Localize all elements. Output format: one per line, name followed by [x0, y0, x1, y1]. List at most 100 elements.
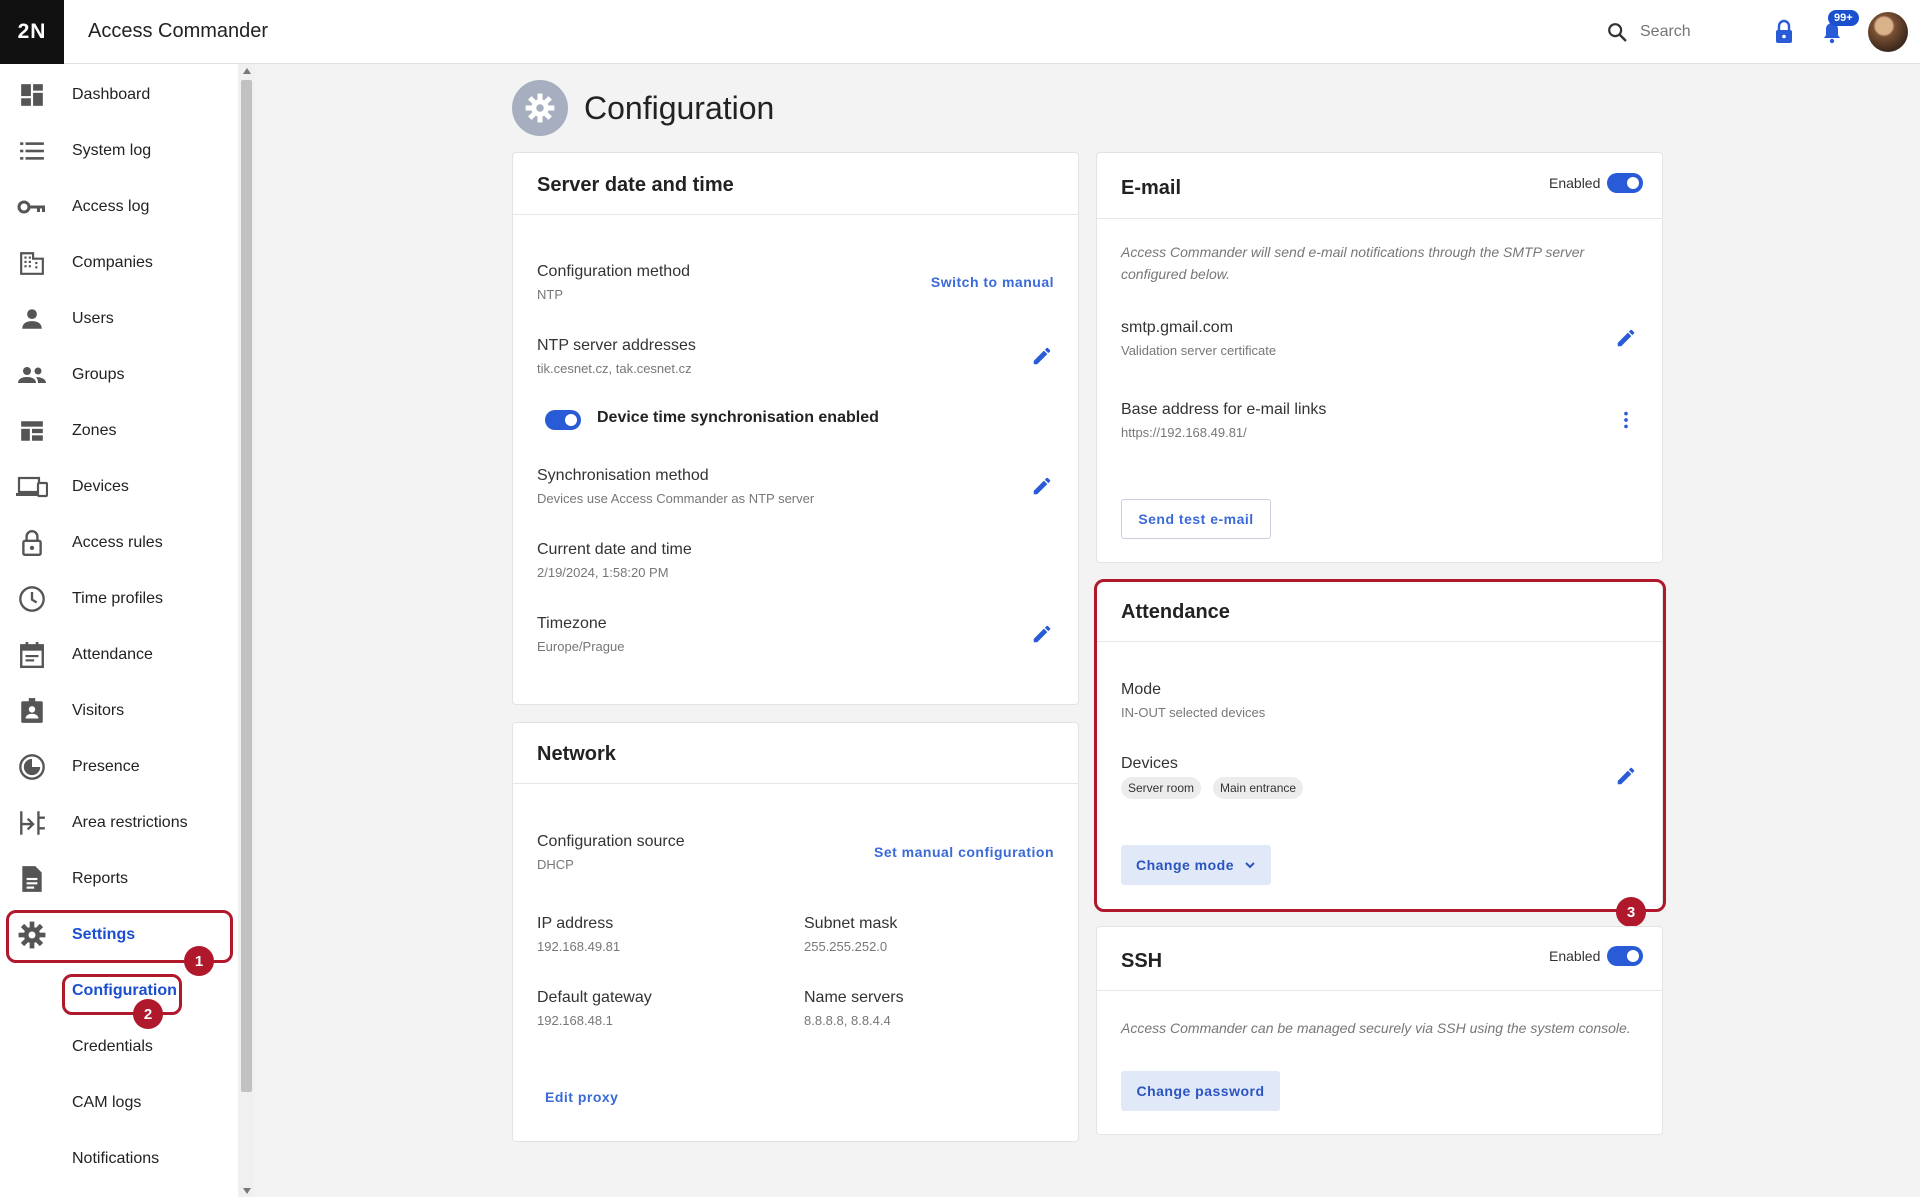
sidebar-item-label: Users	[72, 310, 114, 327]
edit-sync-method-button[interactable]	[1031, 475, 1055, 499]
base-address-label: Base address for e-mail links	[1121, 401, 1327, 418]
ssh-card: SSH Enabled Access Commander can be mana…	[1096, 926, 1663, 1135]
group-icon	[16, 359, 48, 391]
set-manual-configuration-link[interactable]: Set manual configuration	[874, 844, 1054, 860]
sidebar-item-groups[interactable]: Groups	[0, 352, 238, 398]
sidebar-item-access-rules[interactable]: Access rules	[0, 520, 238, 566]
search-input[interactable]	[1640, 23, 1760, 41]
pencil-icon	[1617, 329, 1635, 347]
configuration-gear-icon	[512, 80, 568, 136]
step-marker-3: 3	[1616, 897, 1646, 927]
email-enabled-toggle[interactable]	[1607, 173, 1643, 193]
sidebar-item-reports[interactable]: Reports	[0, 856, 238, 902]
lock-button[interactable]	[1772, 18, 1796, 46]
switch-to-manual-link[interactable]: Switch to manual	[931, 274, 1054, 290]
ssh-description: Access Commander can be managed securely…	[1121, 1020, 1631, 1036]
page-title: Configuration	[584, 89, 775, 126]
card-title: SSH	[1121, 950, 1163, 972]
devices-icon	[16, 471, 48, 503]
scroll-down-icon[interactable]	[243, 1188, 251, 1194]
config-source-label: Configuration source	[537, 833, 685, 850]
padlock-icon	[16, 527, 48, 559]
sidebar-item-users[interactable]: Users	[0, 296, 238, 342]
sidebar-item-companies[interactable]: Companies	[0, 240, 238, 286]
base-address-value: https://192.168.49.81/	[1121, 425, 1247, 440]
email-enabled-label: Enabled	[1549, 175, 1601, 191]
sidebar-item-attendance[interactable]: Attendance	[0, 632, 238, 678]
smtp-server-label: smtp.gmail.com	[1121, 319, 1234, 336]
sidebar-item-label: Access rules	[72, 534, 163, 551]
building-icon	[16, 247, 48, 279]
ntp-servers-label: NTP server addresses	[537, 337, 696, 354]
ip-address-value: 192.168.49.81	[537, 939, 621, 954]
brand-logo[interactable]: 2N	[0, 0, 64, 64]
area-icon	[16, 807, 48, 839]
sidebar-subitem-credentials[interactable]: Credentials	[72, 1038, 153, 1056]
sidebar-item-label: Devices	[72, 478, 129, 495]
sidebar-item-label: Zones	[72, 422, 117, 439]
sidebar-item-visitors[interactable]: Visitors	[0, 688, 238, 734]
card-title: Server date and time	[537, 174, 734, 196]
key-icon	[16, 191, 48, 223]
sidebar-item-label: Access log	[72, 198, 150, 215]
ssh-enabled-toggle[interactable]	[1607, 946, 1643, 966]
card-divider	[1097, 990, 1662, 991]
sidebar-item-devices[interactable]: Devices	[0, 464, 238, 510]
send-test-email-button[interactable]: Send test e-mail	[1121, 499, 1271, 539]
step-marker-2: 2	[133, 999, 163, 1029]
sidebar-item-time-profiles[interactable]: Time profiles	[0, 576, 238, 622]
base-address-menu-button[interactable]	[1615, 409, 1639, 433]
pencil-icon	[1033, 347, 1051, 365]
change-password-button[interactable]: Change password	[1121, 1071, 1280, 1111]
configuration-highlight	[62, 974, 182, 1015]
config-method-label: Configuration method	[537, 263, 690, 280]
search-box[interactable]	[1606, 18, 1766, 46]
device-time-sync-label: Device time synchronisation enabled	[597, 409, 879, 426]
user-icon	[16, 303, 48, 335]
default-gateway-label: Default gateway	[537, 989, 652, 1006]
pencil-icon	[1033, 625, 1051, 643]
timezone-value: Europe/Prague	[537, 639, 625, 654]
sidebar-item-presence[interactable]: Presence	[0, 744, 238, 790]
network-card: Network Configuration source DHCP Set ma…	[512, 722, 1079, 1142]
sidebar-item-access-log[interactable]: Access log	[0, 184, 238, 230]
sidebar-item-label: Time profiles	[72, 590, 163, 607]
sidebar-subitem-notifications[interactable]: Notifications	[72, 1150, 159, 1168]
sidebar-item-label: Groups	[72, 366, 125, 383]
badge-icon	[16, 695, 48, 727]
report-icon	[16, 863, 48, 895]
user-avatar[interactable]	[1868, 12, 1908, 52]
name-servers-value: 8.8.8.8, 8.8.4.4	[804, 1013, 891, 1028]
sidebar-subitem-cam-logs[interactable]: CAM logs	[72, 1094, 141, 1112]
subnet-mask-label: Subnet mask	[804, 915, 898, 932]
email-description: Access Commander will send e-mail notifi…	[1121, 244, 1585, 282]
sidebar-item-system-log[interactable]: System log	[0, 128, 238, 174]
timezone-label: Timezone	[537, 615, 607, 632]
sidebar-item-dashboard[interactable]: Dashboard	[0, 72, 238, 118]
edit-smtp-button[interactable]	[1615, 327, 1639, 351]
default-gateway-value: 192.168.48.1	[537, 1013, 613, 1028]
name-servers-label: Name servers	[804, 989, 904, 1006]
pencil-icon	[1033, 477, 1051, 495]
edit-ntp-button[interactable]	[1031, 345, 1055, 369]
edit-proxy-link[interactable]: Edit proxy	[545, 1089, 618, 1105]
card-divider	[513, 783, 1078, 784]
scroll-up-icon[interactable]	[243, 68, 251, 74]
calendar-icon	[16, 639, 48, 671]
sync-method-value: Devices use Access Commander as NTP serv…	[537, 491, 815, 506]
dashboard-icon	[16, 79, 48, 111]
sidebar-item-zones[interactable]: Zones	[0, 408, 238, 454]
ssh-enabled-label: Enabled	[1549, 948, 1601, 964]
edit-timezone-button[interactable]	[1031, 623, 1055, 647]
sidebar-item-label: Presence	[72, 758, 140, 775]
sidebar-item-label: Attendance	[72, 646, 153, 663]
sidebar-item-area-restrictions[interactable]: Area restrictions	[0, 800, 238, 846]
ntp-servers-value: tik.cesnet.cz, tak.cesnet.cz	[537, 361, 692, 376]
config-method-value: NTP	[537, 287, 563, 302]
sidebar-item-label: Area restrictions	[72, 814, 188, 831]
more-vert-icon	[1624, 411, 1628, 429]
sidebar-scrollbar-thumb[interactable]	[241, 80, 252, 1092]
device-time-sync-toggle[interactable]	[545, 410, 581, 430]
step-marker-1: 1	[184, 946, 214, 976]
sidebar: Dashboard System log Access log Companie…	[0, 64, 238, 1197]
